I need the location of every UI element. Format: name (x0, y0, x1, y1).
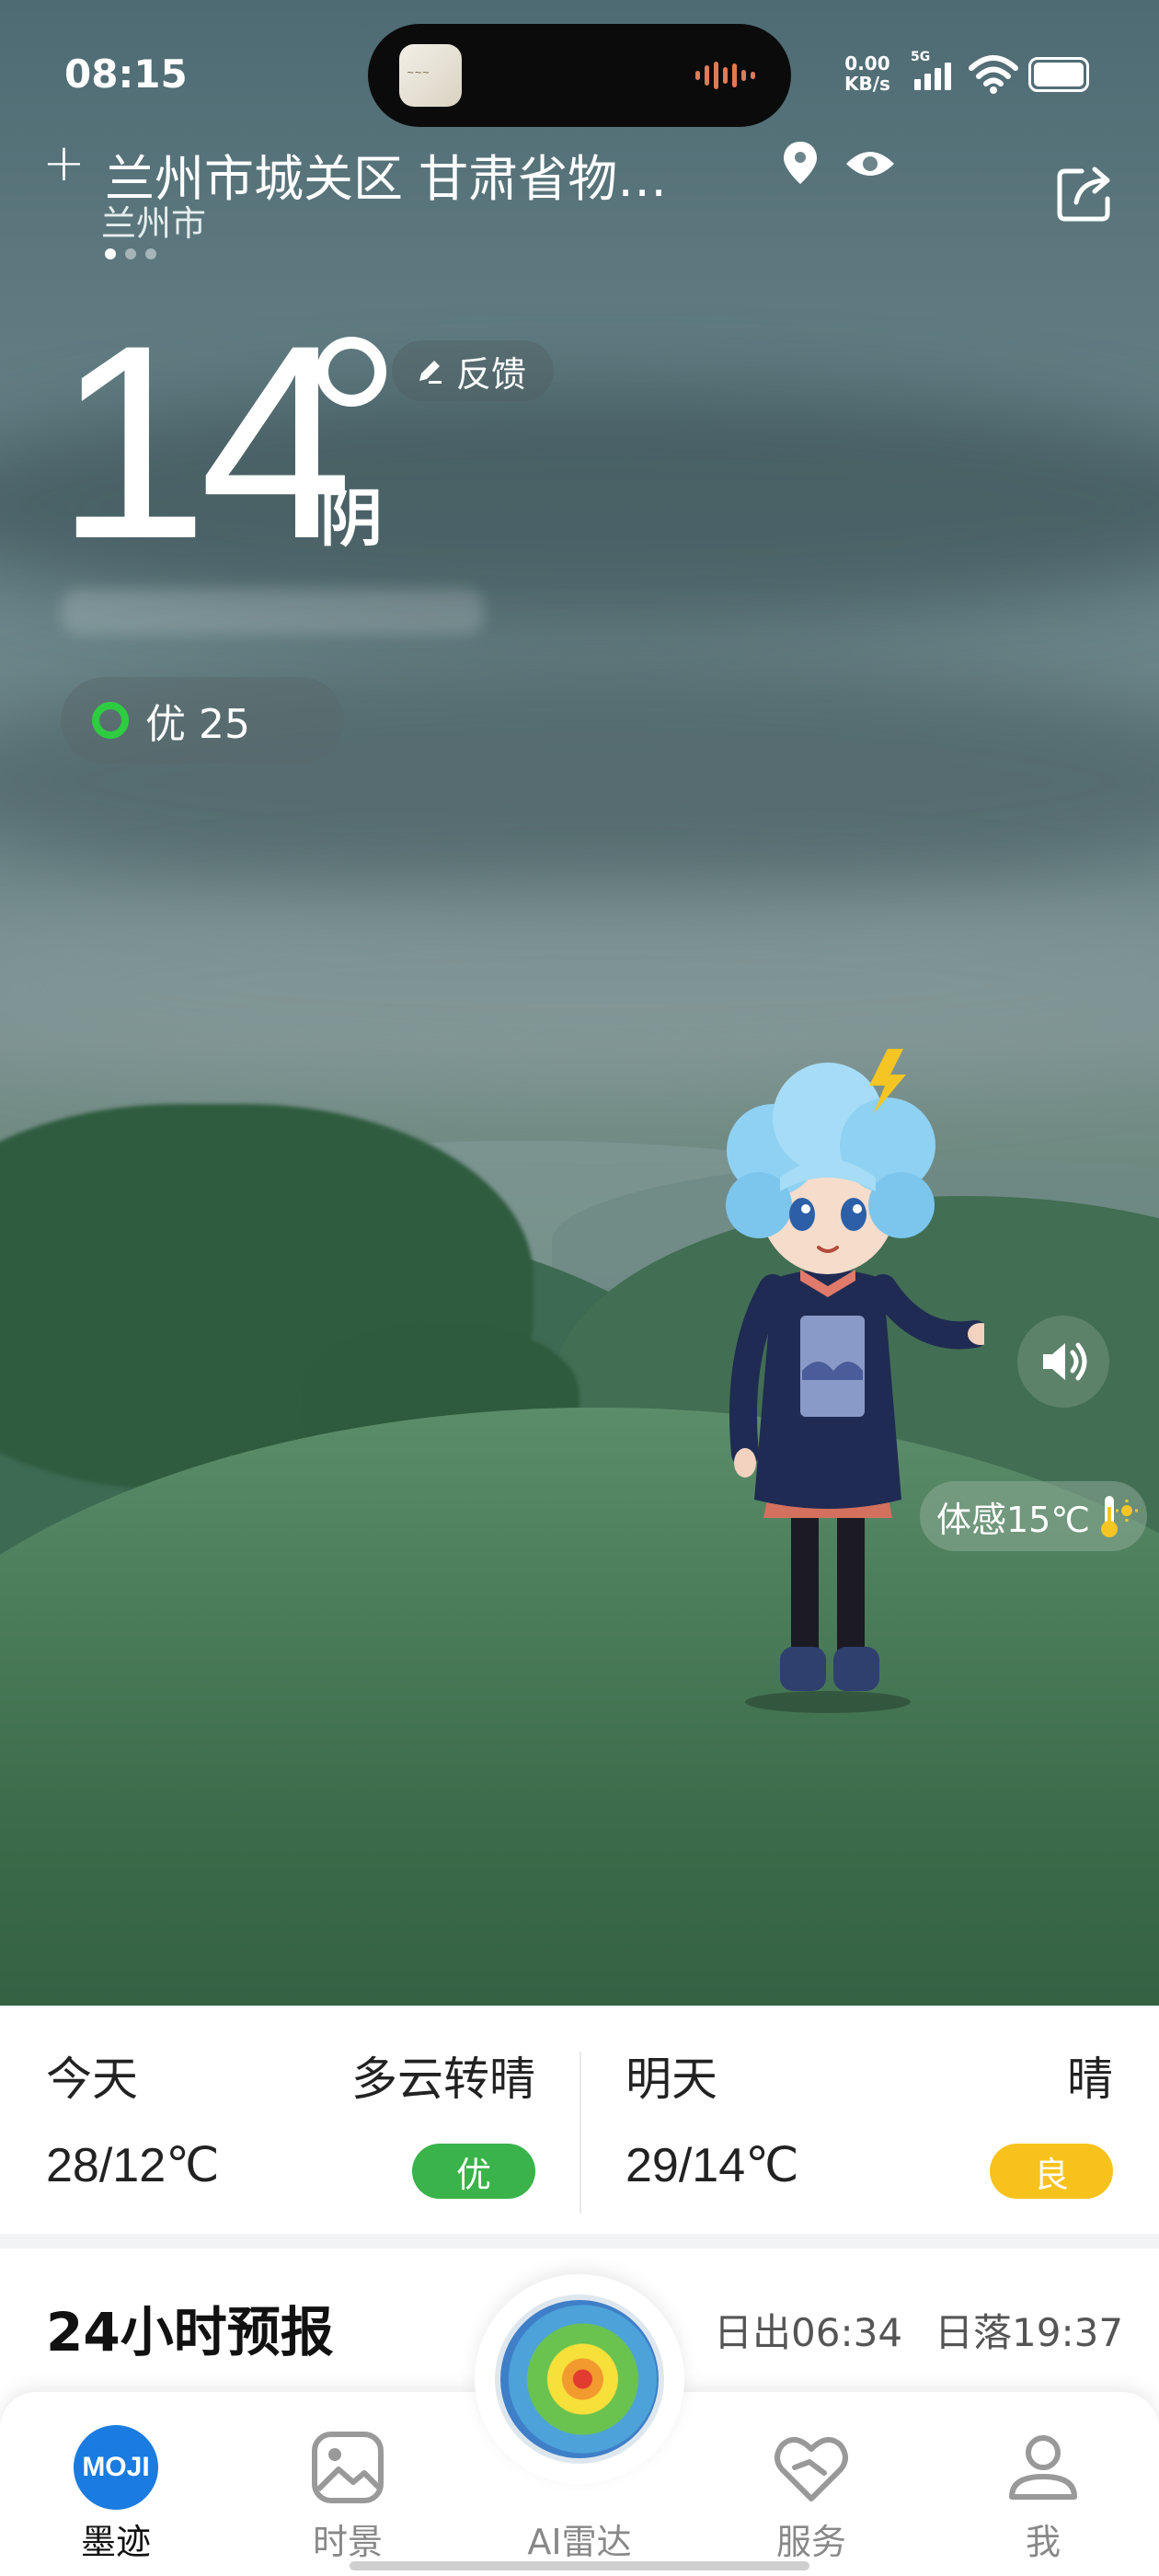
service-heart-icon (775, 2437, 848, 2501)
status-time: 08:15 (64, 52, 188, 97)
current-temperature: 14 (55, 287, 353, 596)
tab-label: AI雷达 (527, 2522, 632, 2562)
add-city-icon[interactable]: + (42, 138, 86, 190)
current-condition: 阴 (320, 483, 384, 556)
audio-wave-icon (695, 61, 760, 90)
degree-symbol (316, 337, 386, 407)
tab-label: 我 (1025, 2522, 1061, 2562)
status-bar: 08:15 ~~~ 0.00 KB/s 5G (0, 0, 1159, 138)
daily-summary: 今天 多云转晴 28/12℃ 优 明天 晴 29/14℃ 良 (0, 2006, 1159, 2234)
thermometer-sun-icon (1101, 1496, 1139, 1537)
tab-me[interactable]: 我 (960, 2420, 1126, 2562)
speaker-button[interactable] (1017, 1316, 1109, 1408)
share-icon[interactable] (1054, 162, 1117, 224)
aqi-button[interactable]: 优 25 (61, 677, 344, 764)
wifi-icon (969, 55, 1018, 94)
today-card[interactable]: 今天 多云转晴 28/12℃ 优 (0, 2006, 580, 2234)
day-condition: 晴 (1067, 2053, 1113, 2106)
tab-moji[interactable]: MOJI 墨迹 (33, 2420, 199, 2562)
home-indicator[interactable] (350, 2561, 809, 2570)
city-name: 兰州市 (101, 203, 207, 244)
blurred-summary (61, 589, 484, 635)
tab-label: 墨迹 (80, 2522, 151, 2562)
sunset-time: 日落19:37 (935, 2310, 1124, 2355)
cellular-signal-icon: 5G (911, 50, 951, 90)
day-temperature: 28/12℃ (46, 2139, 220, 2192)
pencil-icon (419, 361, 442, 384)
feedback-button[interactable]: 反馈 (392, 340, 555, 401)
aqi-status-icon (92, 702, 129, 739)
moji-logo-icon: MOJI (74, 2425, 158, 2510)
tab-label: 服务 (775, 2522, 846, 2562)
image-icon (312, 2432, 384, 2503)
section-gap (0, 2234, 1159, 2248)
day-label: 今天 (46, 2053, 138, 2106)
feedback-label: 反馈 (456, 353, 527, 395)
aqi-badge: 良 (990, 2144, 1113, 2199)
network-speed: 0.00 KB/s (844, 52, 890, 95)
page-dot (125, 248, 136, 259)
now-playing-app-icon: ~~~ (399, 44, 462, 107)
location-pin-icon[interactable] (782, 140, 819, 186)
hourly-title: 24小时预报 (46, 2301, 334, 2363)
tomorrow-card[interactable]: 明天 晴 29/14℃ 良 (581, 2006, 1159, 2234)
eye-icon[interactable] (844, 147, 896, 180)
page-dot (145, 248, 156, 259)
day-condition: 多云转晴 (351, 2053, 535, 2106)
tab-ai-radar[interactable]: AI雷达 (497, 2420, 662, 2562)
cloud-layer (0, 883, 1159, 1086)
aqi-value: 优 25 (145, 701, 250, 748)
tab-services[interactable]: 服务 (729, 2420, 894, 2562)
feels-like-value: 体感15℃ (936, 1499, 1091, 1540)
feels-like-badge[interactable]: 体感15℃ (920, 1481, 1148, 1551)
svg-text:5G: 5G (911, 50, 930, 64)
person-icon (1009, 2435, 1077, 2500)
page-indicator (105, 248, 156, 259)
weather-mascot[interactable] (671, 1040, 984, 1720)
day-label: 明天 (625, 2053, 717, 2106)
speaker-icon (1043, 1342, 1087, 1381)
battery-icon (1028, 57, 1089, 92)
day-temperature: 29/14℃ (625, 2139, 799, 2192)
page-dot (105, 248, 116, 259)
tab-scenery[interactable]: 时景 (265, 2420, 430, 2562)
sunrise-time: 日出06:34 (714, 2310, 903, 2355)
dynamic-island[interactable]: ~~~ (368, 24, 791, 127)
aqi-badge: 优 (412, 2144, 535, 2199)
tab-label: 时景 (312, 2522, 383, 2562)
